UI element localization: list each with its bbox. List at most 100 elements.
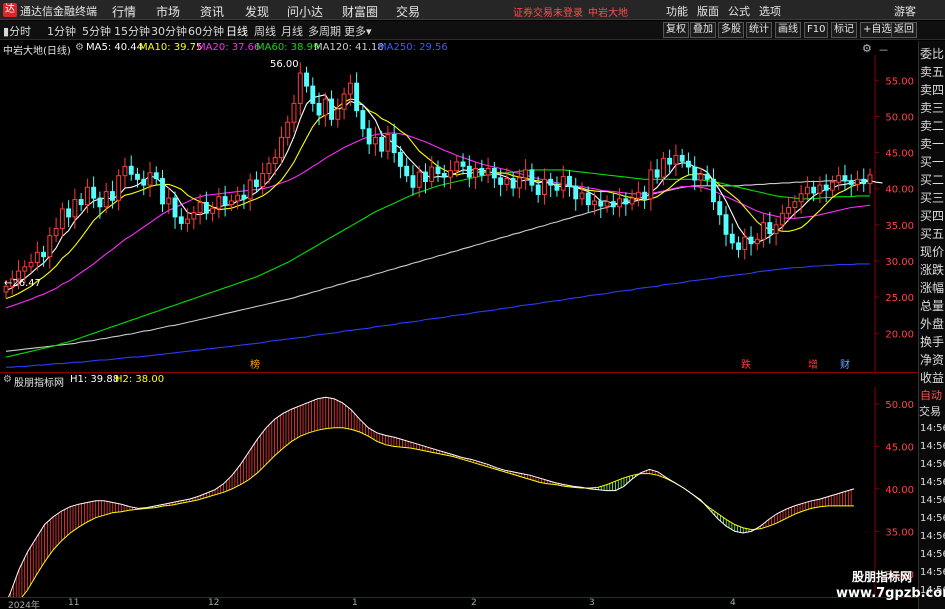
sidebar-item-pct[interactable]: 涨幅 — [920, 279, 945, 297]
up-candle — [385, 134, 391, 152]
y-tick-label: 40.00 — [885, 185, 914, 196]
period-1min[interactable]: 1分钟 — [47, 23, 76, 39]
period-15min[interactable]: 15分钟 — [114, 23, 150, 39]
price-chart[interactable]: 20.00 25.00 30.00 35.00 40.00 45.00 50.00 55.00… — [0, 55, 918, 373]
period-5min[interactable]: 5分钟 — [82, 23, 111, 39]
f10-button[interactable]: F10 — [804, 22, 829, 38]
h2-label: H2: 38.00 — [115, 374, 165, 385]
menu-ask[interactable]: 问小达 — [287, 3, 323, 20]
period-daily[interactable]: 日线 — [226, 23, 248, 39]
up-candle — [191, 212, 197, 220]
down-candle — [241, 194, 247, 200]
down-candle — [567, 175, 572, 188]
sidebar-item-eps[interactable]: 收益 — [920, 369, 945, 387]
down-candle — [66, 208, 72, 218]
trade-time: 14:56 — [920, 495, 945, 506]
period-weekly[interactable]: 周线 — [254, 23, 276, 39]
down-candle — [360, 110, 366, 130]
up-candle — [34, 251, 40, 263]
ma60-line — [5, 169, 870, 358]
indicator-gear-icon[interactable]: ⚙ — [3, 374, 12, 385]
sidebar-item-buy5[interactable]: 买五 — [920, 225, 945, 243]
down-candle — [491, 167, 497, 179]
up-candle — [579, 192, 585, 200]
indicator-gear-icon[interactable]: ⚙ — [75, 42, 84, 53]
ma5-line — [5, 94, 883, 292]
trade-login-warning[interactable]: 证券交易未登录 — [513, 4, 583, 19]
down-candle — [135, 173, 140, 180]
sidebar-item-sell1[interactable]: 卖一 — [920, 135, 945, 153]
up-candle — [285, 121, 291, 138]
sidebar-item-buy1[interactable]: 买一 — [920, 153, 945, 171]
menu-options[interactable]: 选项 — [759, 3, 781, 19]
sidebar-item-volume[interactable]: 总量 — [920, 297, 945, 315]
restore-rights-button[interactable]: 复权 — [663, 22, 689, 38]
menu-discover[interactable]: 发现 — [245, 3, 269, 20]
settings-gear-icon[interactable]: ⚙ — [862, 42, 872, 55]
menu-wealth[interactable]: 财富圈 — [342, 3, 378, 20]
h1-label: H1: 39.88 — [70, 374, 120, 385]
sidebar-item-outer[interactable]: 外盘 — [920, 315, 945, 333]
down-candle — [667, 157, 673, 165]
sidebar-item-sell5[interactable]: 卖五 — [920, 63, 945, 81]
down-candle — [654, 169, 660, 178]
stock-name-title: 中岩大地 — [588, 8, 628, 19]
sidebar-item-sell4[interactable]: 卖四 — [920, 81, 945, 99]
sidebar-item-buy4[interactable]: 买四 — [920, 207, 945, 225]
trade-label[interactable]: 交易 — [919, 403, 941, 419]
overlay-button[interactable]: 叠加 — [690, 22, 716, 38]
sidebar-item-weibi[interactable]: 委比 — [920, 45, 945, 63]
up-candle — [322, 98, 328, 116]
auto-label[interactable]: 自动 — [920, 387, 942, 403]
up-candle — [448, 170, 453, 178]
y-tick-label: 50.00 — [885, 112, 914, 123]
up-candle — [372, 136, 378, 145]
up-candle — [429, 166, 435, 182]
indicator-chart[interactable]: 30.0035.0040.0045.0050.00 — [0, 387, 918, 597]
period-monthly[interactable]: 月线 — [281, 23, 303, 39]
statistics-button[interactable]: 统计 — [746, 22, 772, 38]
app-logo-icon: 达 — [3, 3, 17, 17]
up-candle — [592, 200, 597, 206]
menu-function[interactable]: 功能 — [666, 3, 688, 19]
down-candle — [723, 214, 729, 235]
sidebar-item-sell3[interactable]: 卖三 — [920, 99, 945, 117]
add-watchlist-button[interactable]: +自选 — [860, 22, 895, 38]
y-tick-label: 25.00 — [885, 293, 914, 304]
period-multi[interactable]: 多周期 — [308, 23, 341, 39]
up-candle — [247, 179, 253, 200]
multi-stock-button[interactable]: 多股 — [718, 22, 744, 38]
sidebar-item-change[interactable]: 涨跌 — [920, 261, 945, 279]
up-candle — [335, 108, 341, 120]
draw-line-button[interactable]: 画线 — [775, 22, 801, 38]
down-candle — [736, 242, 741, 250]
back-button[interactable]: 返回 — [891, 22, 917, 38]
menu-formula[interactable]: 公式 — [728, 3, 750, 19]
down-candle — [441, 173, 447, 178]
period-more[interactable]: 更多▾ — [344, 23, 372, 39]
menu-quotes[interactable]: 行情 — [112, 3, 136, 20]
up-candle — [228, 200, 234, 206]
sidebar-item-buy3[interactable]: 买三 — [920, 189, 945, 207]
period-30min[interactable]: 30分钟 — [151, 23, 187, 39]
up-candle — [792, 201, 798, 208]
period-60min[interactable]: 60分钟 — [188, 23, 224, 39]
trade-time: 14:56 — [920, 459, 945, 470]
trade-time: 14:56 — [920, 549, 945, 560]
y-tick-label: 45.00 — [885, 149, 914, 160]
sidebar-item-netasset[interactable]: 净资 — [920, 351, 945, 369]
menu-trade[interactable]: 交易 — [396, 3, 420, 20]
sidebar-item-turnover[interactable]: 换手 — [920, 333, 945, 351]
up-candle — [84, 186, 90, 206]
sidebar-item-price[interactable]: 现价 — [920, 243, 945, 261]
menu-market[interactable]: 市场 — [156, 3, 180, 20]
guest-user[interactable]: 游客 — [894, 3, 916, 19]
down-candle — [729, 233, 735, 244]
mark-button[interactable]: 标记 — [831, 22, 857, 38]
period-intraday[interactable]: ▮分时 — [3, 23, 31, 39]
sidebar-item-buy2[interactable]: 买二 — [920, 171, 945, 189]
menu-news[interactable]: 资讯 — [200, 3, 224, 20]
sidebar-item-sell2[interactable]: 卖二 — [920, 117, 945, 135]
menu-layout[interactable]: 版面 — [697, 3, 719, 19]
y-tick-label: 45.00 — [885, 442, 914, 453]
